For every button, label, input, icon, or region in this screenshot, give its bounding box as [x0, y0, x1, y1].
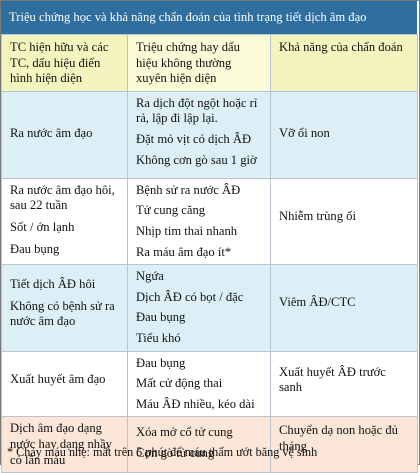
symptom-item: Không cơn gò sau 1 giờ	[136, 152, 257, 167]
symptom-item: Mất cử động thai	[136, 376, 223, 391]
symptom-item: Xuất huyết âm đạo	[10, 371, 106, 386]
occasional-symptoms-cell: Ngứa Dịch ÂĐ có bọt / đặc Đau bụng Tiểu …	[127, 264, 271, 352]
occasional-symptoms-cell: Bệnh sử ra nước ÂĐ Tử cung căng Nhịp tim…	[127, 177, 271, 266]
header-row: TC hiện hữu và các TC, dấu hiệu điển hìn…	[1, 34, 418, 92]
symptom-item: Bệnh sử ra nước ÂĐ	[136, 182, 241, 197]
symptom-item: Tiết dịch ÂĐ hôi	[10, 277, 96, 292]
diagnosis-cell: Xuất huyết ÂĐ trước sanh	[270, 350, 418, 418]
present-symptoms-cell: Xuất huyết âm đạo	[1, 350, 128, 418]
symptom-item: Ngứa	[136, 269, 164, 284]
occasional-symptoms-cell: Ra dịch đột ngột hoặc rỉ rả, lập đi lập …	[127, 90, 271, 179]
symptom-item: Ra nước âm đạo hôi, sau 22 tuần	[10, 182, 115, 213]
diagnosis-cell: Nhiễm trùng ối	[270, 177, 418, 266]
present-symptoms-cell: Ra nước âm đạo	[1, 90, 128, 179]
symptom-item: Tiểu khó	[136, 330, 181, 345]
symptom-item: Đau bụng	[10, 241, 60, 256]
footnote: * Chảy máu nhẹ: mất trên 5 phút để máu t…	[7, 445, 318, 459]
symptom-item: Ra dịch đột ngột hoặc rỉ rả, lập đi lập …	[136, 95, 258, 126]
symptom-item: Đau bụng	[136, 310, 186, 325]
diagnosis-cell: Vỡ ối non	[270, 90, 418, 179]
symptom-item: Xóa mở cổ tử cung	[136, 425, 233, 440]
symptom-item: Đặt mỏ vịt có dịch ÂĐ	[136, 131, 252, 146]
present-symptoms-cell: Tiết dịch ÂĐ hôi Không có bệnh sử ra nướ…	[1, 264, 128, 352]
symptom-item: Nhịp tim thai nhanh	[136, 223, 238, 238]
header-occasional-symptoms: Triệu chứng hay dấu hiệu không thường xu…	[127, 34, 271, 92]
symptom-item: Dịch ÂĐ có bọt / đặc	[136, 289, 244, 304]
table-row: Tiết dịch ÂĐ hôi Không có bệnh sử ra nướ…	[1, 264, 418, 352]
symptom-item: Ra máu âm đạo ít*	[136, 244, 232, 259]
header-diagnosis: Khả năng của chẩn đoán	[270, 34, 418, 92]
table-row: Xuất huyết âm đạo Đau bụng Mất cử động t…	[1, 350, 418, 418]
symptom-item: Đau bụng	[136, 355, 186, 370]
table-title: Triệu chứng học và khả năng chẩn đoán củ…	[1, 1, 417, 34]
symptom-item: Máu ÂĐ nhiều, kéo dài	[136, 396, 255, 411]
symptom-diagnosis-table: TC hiện hữu và các TC, dấu hiệu điển hìn…	[1, 34, 418, 473]
symptom-item: Tử cung căng	[136, 203, 206, 218]
occasional-symptoms-cell: Đau bụng Mất cử động thai Máu ÂĐ nhiều, …	[127, 350, 271, 418]
symptom-item: Sốt / ớn lạnh	[10, 219, 75, 234]
present-symptoms-cell: Ra nước âm đạo hôi, sau 22 tuần Sốt / ớn…	[1, 177, 128, 266]
table-row: Ra nước âm đạo hôi, sau 22 tuần Sốt / ớn…	[1, 177, 418, 266]
table-row: Ra nước âm đạo Ra dịch đột ngột hoặc rỉ …	[1, 90, 418, 179]
header-present-symptoms: TC hiện hữu và các TC, dấu hiệu điển hìn…	[1, 34, 128, 92]
diagnosis-cell: Viêm ÂĐ/CTC	[270, 264, 418, 352]
symptom-item: Không có bệnh sử ra nước âm đạo	[10, 298, 115, 329]
symptom-item: Ra nước âm đạo	[10, 125, 93, 140]
